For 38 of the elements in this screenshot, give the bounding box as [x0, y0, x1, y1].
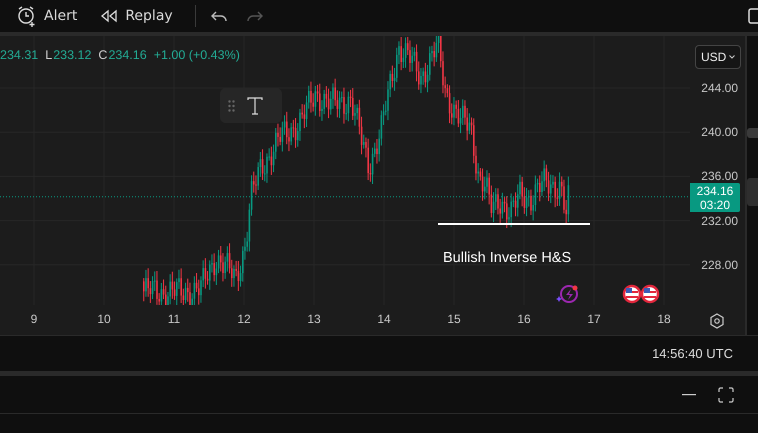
legend-value: 234.16	[108, 48, 147, 62]
settings-icon[interactable]	[709, 313, 725, 329]
replay-button[interactable]: Replay	[99, 8, 183, 24]
price-label: 240.00	[701, 125, 738, 140]
drag-handle-icon[interactable]	[228, 100, 235, 112]
alert-button[interactable]: Alert	[16, 5, 88, 27]
undo-icon[interactable]	[210, 9, 228, 23]
flag-icon[interactable]	[640, 284, 660, 304]
date-label: 9	[30, 312, 38, 326]
currency-dropdown[interactable]: USD	[695, 45, 741, 69]
minimize-icon[interactable]	[682, 394, 696, 396]
date-label: 10	[97, 312, 111, 326]
price-label: 236.00	[701, 169, 738, 184]
maximize-icon[interactable]	[718, 386, 734, 402]
legend-value: C	[98, 48, 108, 62]
price-label: 232.00	[701, 214, 738, 228]
legend-value: L	[45, 48, 52, 62]
date-label: 13	[307, 312, 321, 326]
date-label: 14	[377, 312, 391, 326]
clock: 14:56:40 UTC	[652, 346, 733, 361]
date-label: 11	[168, 312, 180, 326]
current-price-label: 234.16 03:20	[690, 183, 740, 212]
date-label: 15	[447, 312, 461, 326]
date-label: 18	[657, 312, 671, 326]
flag-icon[interactable]	[622, 284, 642, 304]
chevron-icon	[729, 55, 735, 59]
price-label: 228.00	[701, 258, 738, 272]
legend-value: +1.00 (+0.43%)	[154, 48, 240, 62]
date-label: 17	[587, 312, 601, 326]
pattern-label[interactable]: Bullish Inverse H&S	[443, 250, 572, 266]
legend-value: 234.31	[0, 48, 38, 62]
lightning-icon[interactable]	[556, 285, 578, 303]
legend-value: 233.12	[53, 48, 92, 62]
date-label: 16	[517, 312, 531, 326]
rewind-icon	[99, 9, 120, 23]
date-label: 12	[237, 312, 251, 326]
text-tool-icon[interactable]	[247, 96, 263, 114]
price-label: 244.00	[701, 81, 738, 95]
